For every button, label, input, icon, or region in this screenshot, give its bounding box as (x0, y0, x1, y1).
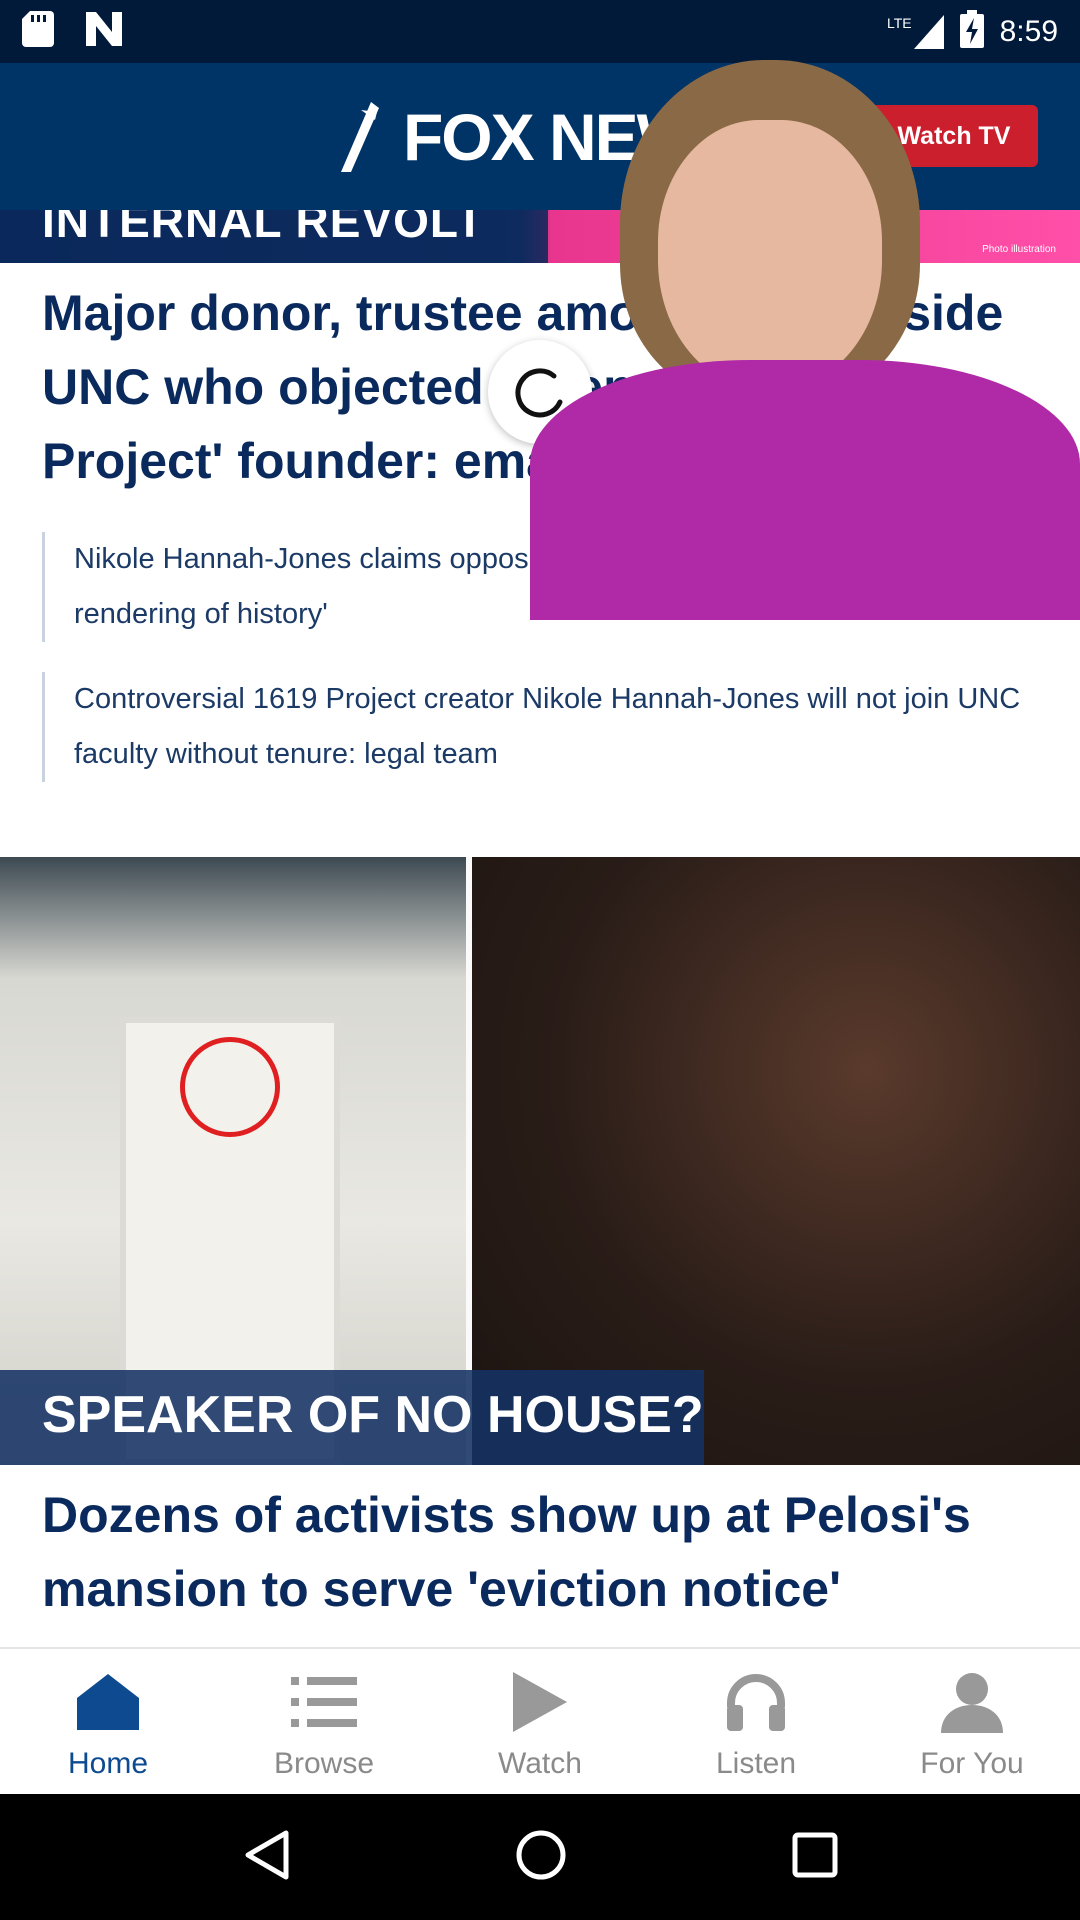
battery-charging-icon (959, 10, 984, 53)
clock: 8:59 (999, 14, 1058, 48)
story2-kicker: SPEAKER OF NO HOUSE? (42, 1386, 704, 1444)
nav-watch[interactable]: Watch (432, 1649, 648, 1794)
speaker-face (658, 120, 882, 390)
sd-card-icon (22, 11, 54, 52)
story1-kicker: INTERNAL REVOLT (42, 210, 485, 247)
nav-listen[interactable]: Listen (648, 1649, 864, 1794)
photo-credit: Photo illustration (982, 244, 1056, 255)
network-type: LTE (886, 14, 912, 31)
fox-logo-slash-icon (340, 101, 379, 172)
headphones-icon (721, 1667, 791, 1737)
notification-n-icon (86, 12, 126, 51)
recents-square-icon[interactable] (792, 1832, 838, 1883)
system-nav-bar (0, 1794, 1080, 1920)
back-icon[interactable] (242, 1829, 290, 1886)
nav-label-browse: Browse (273, 1747, 375, 1780)
home-icon (73, 1667, 143, 1737)
bottom-nav: Home Browse Watch Listen For You (0, 1647, 1080, 1794)
eviction-notice-circle (180, 1037, 280, 1137)
app-header: FOX NEWS Watch TV (0, 63, 1080, 210)
play-icon (505, 1667, 575, 1737)
list-icon (289, 1667, 359, 1737)
speaker-jacket (530, 360, 1080, 620)
nav-label-listen: Listen (715, 1747, 797, 1780)
home-circle-icon[interactable] (515, 1829, 567, 1886)
status-bar: LTE 8:59 (0, 0, 1080, 63)
nav-label-home: Home (67, 1747, 149, 1780)
spinner-icon (515, 368, 563, 418)
related-link-2[interactable]: Controversial 1619 Project creator Nikol… (42, 672, 1042, 782)
story2-headline[interactable]: Dozens of activists show up at Pelosi's … (42, 1478, 1042, 1626)
nav-home[interactable]: Home (0, 1649, 216, 1794)
nav-browse[interactable]: Browse (216, 1649, 432, 1794)
person-icon (937, 1667, 1007, 1737)
nav-for-you[interactable]: For You (864, 1649, 1080, 1794)
nav-label-for-you: For You (920, 1747, 1024, 1780)
lte-signal-icon: LTE (886, 14, 944, 49)
nav-label-watch: Watch (498, 1747, 582, 1780)
